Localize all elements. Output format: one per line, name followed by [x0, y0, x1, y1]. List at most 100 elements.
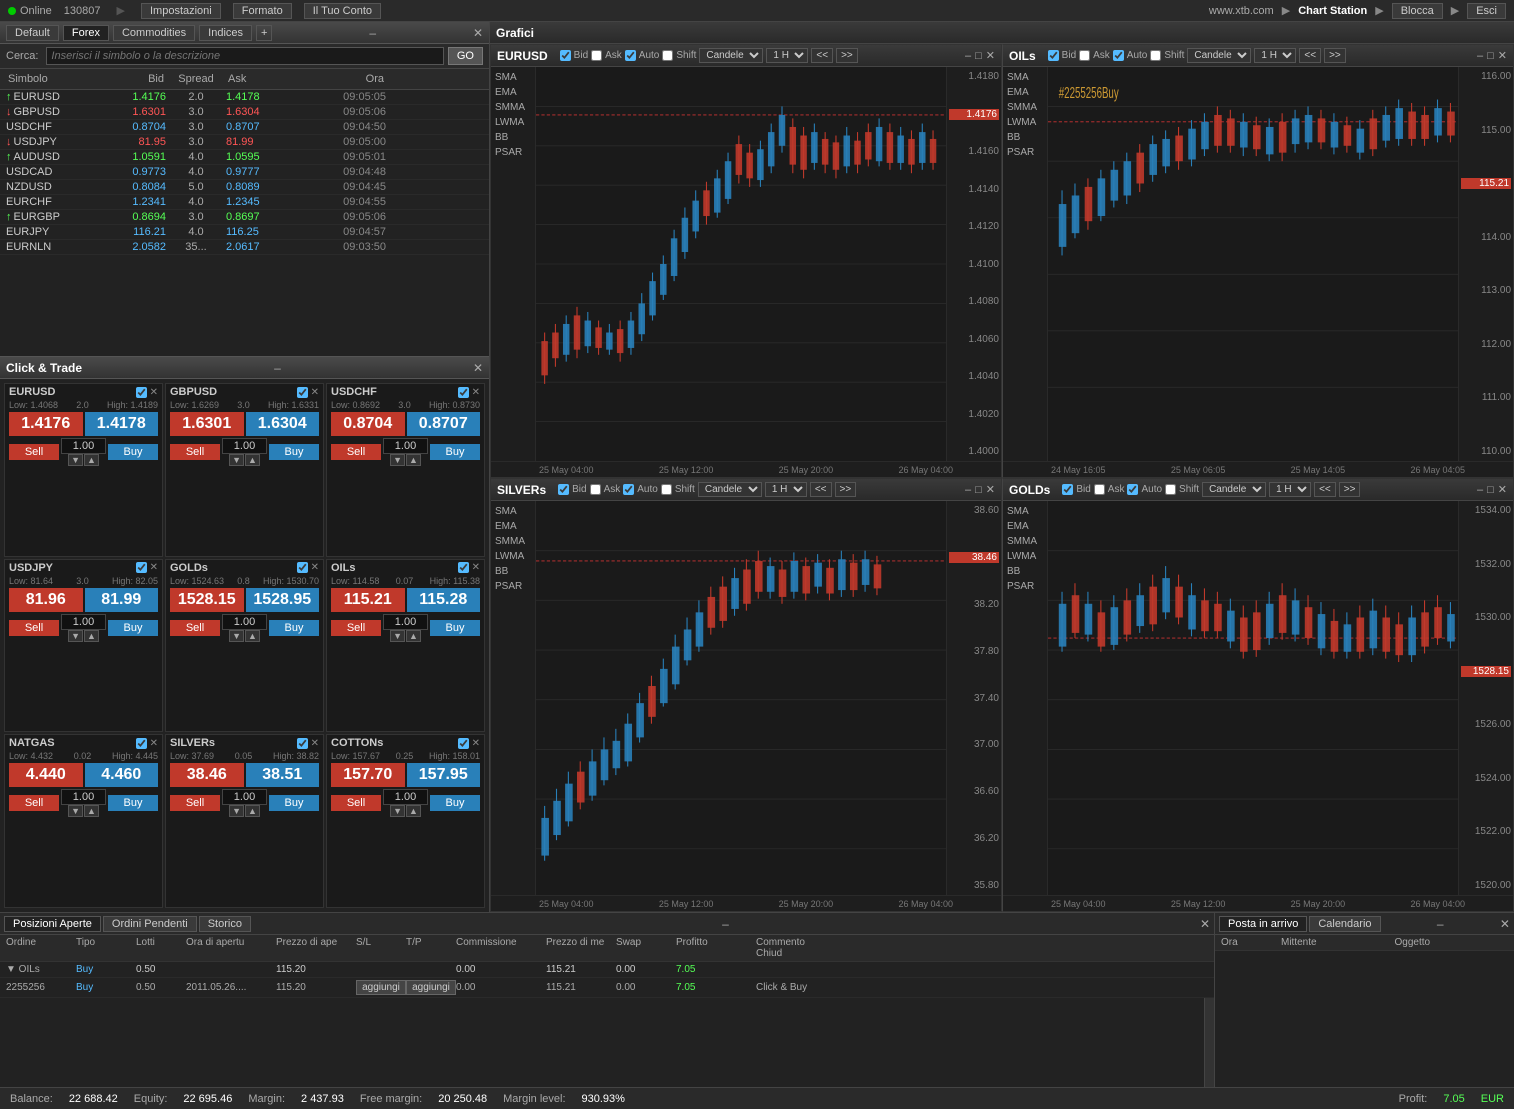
tab-posizioni-aperte[interactable]: Posizioni Aperte	[4, 916, 101, 932]
ct-lot-up[interactable]: ▲	[406, 805, 421, 817]
watchlist-row[interactable]: USDCAD 0.9773 4.0 0.9777 09:04:48	[0, 165, 489, 180]
tab-default[interactable]: Default	[6, 25, 59, 41]
ct-lot-down[interactable]: ▼	[390, 630, 405, 642]
ct-lot-up[interactable]: ▲	[84, 805, 99, 817]
shift-checkbox[interactable]	[662, 50, 673, 61]
watchlist-row[interactable]: EURNLN 2.0582 35... 2.0617 09:03:50	[0, 240, 489, 255]
chart-tf-select[interactable]: 1 H	[766, 48, 808, 63]
ct-lot-down[interactable]: ▼	[68, 805, 83, 817]
silvers-forward-button[interactable]: >>	[835, 482, 857, 497]
watchlist-row[interactable]: EURJPY 116.21 4.0 116.25 09:04:57	[0, 225, 489, 240]
ct-lot-down[interactable]: ▼	[68, 630, 83, 642]
chart-silvers-close[interactable]: ✕	[986, 483, 995, 496]
psar-button[interactable]: PSAR	[493, 146, 533, 159]
golds-lwma-btn[interactable]: LWMA	[1005, 550, 1045, 563]
silvers-lwma-btn[interactable]: LWMA	[493, 550, 533, 563]
silvers-auto-checkbox[interactable]	[623, 484, 634, 495]
silvers-psar-btn[interactable]: PSAR	[493, 580, 533, 593]
smma-button[interactable]: SMMA	[493, 101, 533, 114]
add-tab-button[interactable]: +	[256, 25, 272, 41]
chart-eurusd-close[interactable]: ✕	[986, 49, 995, 62]
ct-lot-input[interactable]	[222, 438, 267, 454]
oils-forward-button[interactable]: >>	[1324, 48, 1346, 63]
aggiungi-tp-button[interactable]: aggiungi	[406, 980, 456, 995]
ct-lot-input[interactable]	[383, 438, 428, 454]
golds-bb-btn[interactable]: BB	[1005, 565, 1045, 578]
watchlist-row[interactable]: ↓USDJPY 81.95 3.0 81.99 09:05:00	[0, 135, 489, 150]
click-trade-minimize-button[interactable]: –	[274, 361, 281, 375]
silvers-ema-btn[interactable]: EMA	[493, 520, 533, 533]
oils-smma-button[interactable]: SMMA	[1005, 101, 1045, 114]
bottom-left-minimize[interactable]: –	[722, 917, 729, 931]
ct-checkbox[interactable]	[458, 387, 469, 398]
ct-sell-button[interactable]: Sell	[170, 444, 220, 460]
watchlist-row[interactable]: ↑EURUSD 1.4176 2.0 1.4178 09:05:05	[0, 90, 489, 105]
oils-auto-checkbox[interactable]	[1113, 50, 1124, 61]
ct-checkbox[interactable]	[297, 387, 308, 398]
silvers-type-select[interactable]: Candele	[698, 482, 762, 497]
ct-lot-input[interactable]	[383, 789, 428, 805]
golds-sma-btn[interactable]: SMA	[1005, 505, 1045, 518]
silvers-sma-btn[interactable]: SMA	[493, 505, 533, 518]
ct-lot-input[interactable]	[383, 614, 428, 630]
ct-sell-button[interactable]: Sell	[170, 795, 220, 811]
silvers-back-button[interactable]: <<	[810, 482, 832, 497]
lwma-button[interactable]: LWMA	[493, 116, 533, 129]
ct-buy-button[interactable]: Buy	[108, 795, 158, 811]
chart-golds-close[interactable]: ✕	[1498, 483, 1507, 496]
tab-calendario[interactable]: Calendario	[1309, 916, 1380, 932]
oils-psar-button[interactable]: PSAR	[1005, 146, 1045, 159]
chart-silvers-minimize[interactable]: –	[965, 484, 971, 496]
golds-ask-checkbox[interactable]	[1094, 484, 1105, 495]
ct-buy-button[interactable]: Buy	[269, 620, 319, 636]
bottom-right-minimize[interactable]: –	[1437, 917, 1444, 931]
chart-type-select[interactable]: Candele	[699, 48, 763, 63]
ct-sell-button[interactable]: Sell	[170, 620, 220, 636]
oils-bid-checkbox[interactable]	[1048, 50, 1059, 61]
tab-commodities[interactable]: Commodities	[113, 25, 195, 41]
ct-checkbox[interactable]	[458, 562, 469, 573]
watchlist-row[interactable]: EURCHF 1.2341 4.0 1.2345 09:04:55	[0, 195, 489, 210]
ct-buy-button[interactable]: Buy	[108, 444, 158, 460]
ct-lot-up[interactable]: ▲	[245, 454, 260, 466]
ct-buy-button[interactable]: Buy	[430, 444, 480, 460]
silvers-smma-btn[interactable]: SMMA	[493, 535, 533, 548]
golds-smma-btn[interactable]: SMMA	[1005, 535, 1045, 548]
watchlist-row[interactable]: NZDUSD 0.8084 5.0 0.8089 09:04:45	[0, 180, 489, 195]
ct-buy-button[interactable]: Buy	[269, 795, 319, 811]
positions-scrollbar[interactable]	[1204, 998, 1214, 1087]
bottom-right-close[interactable]: ✕	[1500, 917, 1510, 931]
silvers-shift-checkbox[interactable]	[661, 484, 672, 495]
auto-checkbox[interactable]	[625, 50, 636, 61]
tab-forex[interactable]: Forex	[63, 25, 109, 41]
golds-psar-btn[interactable]: PSAR	[1005, 580, 1045, 593]
chart-back-button[interactable]: <<	[811, 48, 833, 63]
bid-checkbox[interactable]	[560, 50, 571, 61]
watchlist-close-button[interactable]: ✕	[473, 26, 483, 40]
chart-forward-button[interactable]: >>	[836, 48, 858, 63]
bottom-left-close[interactable]: ✕	[1200, 917, 1210, 931]
ct-lot-down[interactable]: ▼	[390, 454, 405, 466]
tab-storico[interactable]: Storico	[199, 916, 251, 932]
chart-eurusd-maximize[interactable]: □	[975, 50, 982, 62]
chart-oils-minimize[interactable]: –	[1477, 50, 1483, 62]
chart-oils-close[interactable]: ✕	[1498, 49, 1507, 62]
ct-lot-input[interactable]	[222, 614, 267, 630]
ct-sell-button[interactable]: Sell	[9, 795, 59, 811]
ct-lot-down[interactable]: ▼	[229, 805, 244, 817]
oils-back-button[interactable]: <<	[1299, 48, 1321, 63]
golds-bid-checkbox[interactable]	[1062, 484, 1073, 495]
ema-button[interactable]: EMA	[493, 86, 533, 99]
search-input[interactable]	[46, 47, 443, 65]
golds-tf-select[interactable]: 1 H	[1269, 482, 1311, 497]
tab-ordini-pendenti[interactable]: Ordini Pendenti	[103, 916, 197, 932]
ct-lot-input[interactable]	[61, 438, 106, 454]
chart-golds-maximize[interactable]: □	[1487, 484, 1494, 496]
ct-sell-button[interactable]: Sell	[9, 620, 59, 636]
ct-buy-button[interactable]: Buy	[430, 795, 480, 811]
ct-checkbox[interactable]	[136, 738, 147, 749]
ct-sell-button[interactable]: Sell	[331, 795, 381, 811]
ct-lot-up[interactable]: ▲	[245, 805, 260, 817]
tab-indices[interactable]: Indices	[199, 25, 252, 41]
oils-tf-select[interactable]: 1 H	[1254, 48, 1296, 63]
